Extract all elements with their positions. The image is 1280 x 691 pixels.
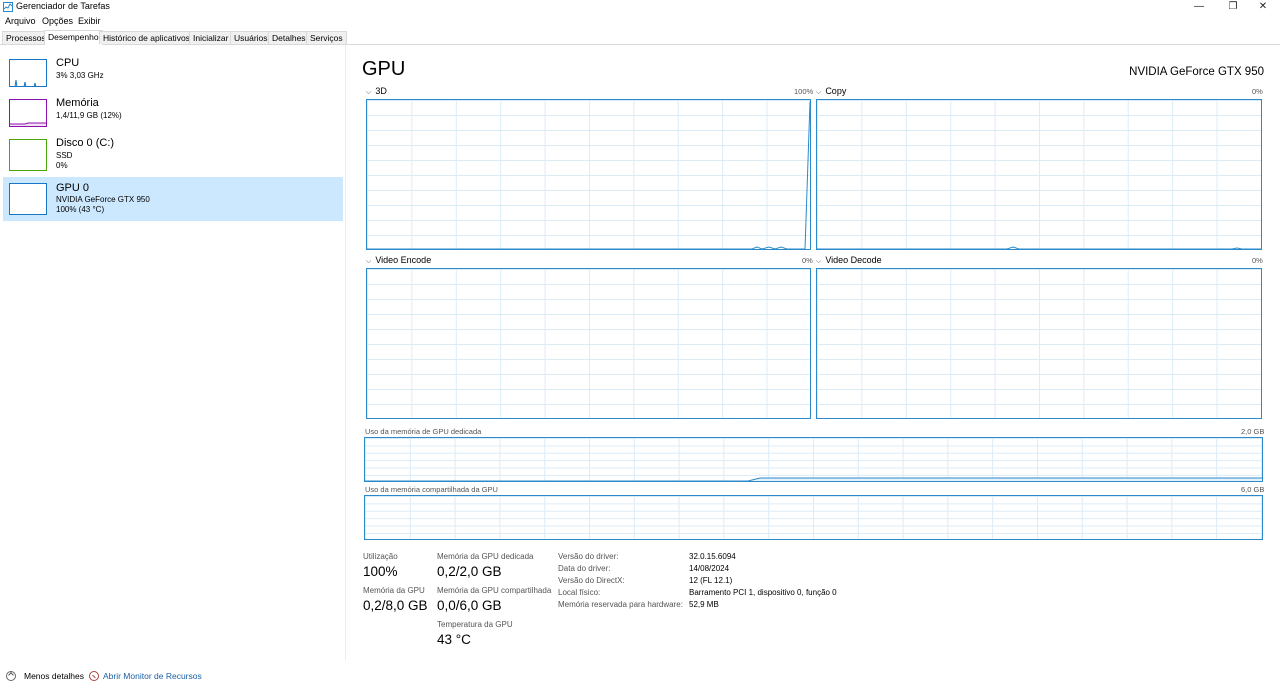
sidebar-item-detail: 0% <box>56 161 68 170</box>
dedicated-memory-label: Uso da memória de GPU dedicada <box>365 427 482 436</box>
physical-location-value: Barramento PCI 1, dispositivo 0, função … <box>689 588 837 597</box>
engine-max-label: 100% <box>794 87 814 96</box>
chevron-up-icon <box>6 671 16 681</box>
gpu-model-name: NVIDIA GeForce GTX 950 <box>1129 66 1264 78</box>
engine-selector-video-decode[interactable]: ⌵ Video Decode <box>816 255 882 266</box>
menu-arquivo[interactable]: Arquivo <box>5 16 36 26</box>
gpu-memory-label: Memória da GPU <box>363 586 425 595</box>
sidebar-item-detail: NVIDIA GeForce GTX 950 <box>56 195 150 204</box>
sidebar-item-detail: 1,4/11,9 GB (12%) <box>56 111 122 120</box>
sidebar-item-gpu[interactable]: GPU 0 NVIDIA GeForce GTX 950 100% (43 °C… <box>3 177 343 221</box>
engine-graph-copy <box>816 99 1262 250</box>
tab-processos[interactable]: Processos <box>2 31 50 44</box>
directx-version-label: Versão do DirectX: <box>558 576 625 585</box>
menu-exibir[interactable]: Exibir <box>78 16 101 26</box>
sidebar-item-name: Memória <box>56 97 99 109</box>
engine-selector-video-encode[interactable]: ⌵ Video Encode <box>366 255 431 266</box>
chevron-down-icon: ⌵ <box>366 89 372 96</box>
shared-memory-label: Uso da memória compartilhada da GPU <box>365 485 498 494</box>
engine-selector-3d[interactable]: ⌵ 3D <box>366 86 387 97</box>
disk-thumbnail-graph <box>9 139 47 171</box>
driver-version-value: 32.0.15.6094 <box>689 552 736 561</box>
gpu-temperature-value: 43 °C <box>437 632 471 647</box>
sidebar-item-name: Disco 0 (C:) <box>56 137 115 149</box>
tab-servicos[interactable]: Serviços <box>306 31 347 44</box>
driver-date-value: 14/08/2024 <box>689 564 730 573</box>
dedicated-memory-graph <box>364 437 1263 482</box>
engine-max-label: 0% <box>802 256 813 265</box>
engine-graph-video-encode <box>366 268 811 419</box>
performance-sidebar: CPU 3% 3,03 GHz Memória 1,4/11,9 GB (12%… <box>0 45 346 660</box>
chevron-down-icon: ⌵ <box>366 258 372 265</box>
shared-memory-stat-label: Memória da GPU compartilhada <box>437 586 552 595</box>
driver-date-label: Data do driver: <box>558 564 611 573</box>
gpu-memory-value: 0,2/8,0 GB <box>363 598 428 613</box>
sidebar-item-detail: 3% 3,03 GHz <box>56 71 104 80</box>
tab-inicializar[interactable]: Inicializar <box>189 31 233 44</box>
tab-detalhes[interactable]: Detalhes <box>268 31 310 44</box>
chevron-down-icon: ⌵ <box>816 258 822 265</box>
open-resource-monitor-link[interactable]: Abrir Monitor de Recursos <box>89 671 202 681</box>
dedicated-memory-stat-label: Memória da GPU dedicada <box>437 552 534 561</box>
engine-max-label: 0% <box>1252 87 1263 96</box>
resource-monitor-icon <box>89 671 99 681</box>
window-title: Gerenciador de Tarefas <box>16 1 110 11</box>
sidebar-item-name: CPU <box>56 57 80 69</box>
dedicated-memory-stat-value: 0,2/2,0 GB <box>437 564 502 579</box>
gpu-temperature-label: Temperatura da GPU <box>437 620 513 629</box>
page-title: GPU <box>362 58 406 80</box>
directx-version-value: 12 (FL 12.1) <box>689 576 733 585</box>
minimize-button[interactable]: — <box>1180 0 1218 14</box>
utilization-value: 100% <box>363 564 398 579</box>
close-button[interactable]: ✕ <box>1244 0 1280 14</box>
physical-location-label: Local físico: <box>558 588 601 597</box>
gpu-thumbnail-graph <box>9 183 47 215</box>
reserved-memory-label: Memória reservada para hardware: <box>558 600 683 609</box>
task-manager-icon <box>3 2 13 12</box>
driver-version-label: Versão do driver: <box>558 552 619 561</box>
reserved-memory-value: 52,9 MB <box>689 600 719 609</box>
tab-bar: Processos Desempenho Histórico de aplica… <box>0 30 1280 45</box>
sidebar-item-disco[interactable]: Disco 0 (C:) SSD 0% <box>3 135 343 179</box>
sidebar-item-detail: 100% (43 °C) <box>56 205 105 214</box>
shared-memory-stat-value: 0,0/6,0 GB <box>437 598 502 613</box>
cpu-thumbnail-graph <box>9 59 47 87</box>
engine-graph-3d <box>366 99 811 250</box>
sidebar-item-name: GPU 0 <box>56 182 90 194</box>
shared-memory-graph <box>364 495 1263 540</box>
less-details-button[interactable]: Menos detalhes <box>6 671 84 681</box>
shared-memory-max: 6,0 GB <box>1241 485 1265 494</box>
footer-bar: Menos detalhes Abrir Monitor de Recursos <box>0 666 1280 688</box>
tab-usuarios[interactable]: Usuários <box>230 31 272 44</box>
sidebar-item-memoria[interactable]: Memória 1,4/11,9 GB (12%) <box>3 95 343 139</box>
menu-opcoes[interactable]: Opções <box>42 16 73 26</box>
memory-thumbnail-graph <box>9 99 47 127</box>
sidebar-item-detail: SSD <box>56 151 73 160</box>
utilization-label: Utilização <box>363 552 398 561</box>
chevron-down-icon: ⌵ <box>816 89 822 96</box>
dedicated-memory-max: 2,0 GB <box>1241 427 1265 436</box>
engine-max-label: 0% <box>1252 256 1263 265</box>
tab-historico[interactable]: Histórico de aplicativos <box>99 31 194 44</box>
title-bar: Gerenciador de Tarefas — ❐ ✕ <box>0 0 1280 15</box>
engine-selector-copy[interactable]: ⌵ Copy <box>816 86 846 97</box>
engine-graph-video-decode <box>816 268 1262 419</box>
tab-desempenho[interactable]: Desempenho <box>44 30 103 45</box>
sidebar-item-cpu[interactable]: CPU 3% 3,03 GHz <box>3 55 343 99</box>
